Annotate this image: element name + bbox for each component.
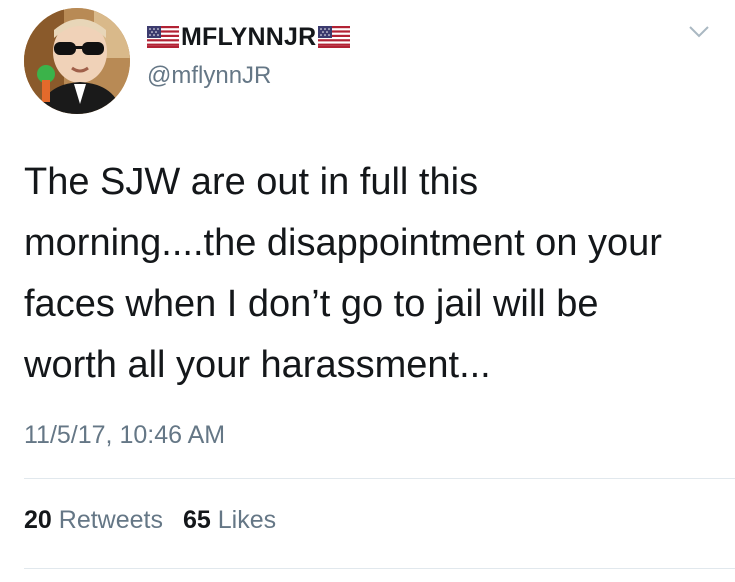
- user-handle[interactable]: @mflynnJR: [147, 62, 271, 90]
- tweet-card: MFLYNNJR @mflynnJR The SJW are out in fu…: [0, 0, 735, 582]
- avatar[interactable]: [24, 8, 130, 114]
- divider: [24, 568, 735, 569]
- display-name-row[interactable]: MFLYNNJR: [147, 20, 351, 54]
- chevron-down-icon[interactable]: [687, 22, 711, 40]
- tweet-text: The SJW are out in full this morning....…: [24, 161, 662, 386]
- display-name: MFLYNNJR: [181, 22, 317, 51]
- likes-count: 65: [182, 506, 211, 534]
- retweets-stat[interactable]: 20 Retweets: [24, 506, 163, 535]
- tweet-stats: 20 Retweets 65 Likes: [24, 506, 276, 535]
- likes-stat[interactable]: 65 Likes: [183, 506, 276, 535]
- divider: [24, 478, 735, 479]
- us-flag-icon: [147, 26, 179, 48]
- likes-label: Likes: [217, 506, 277, 534]
- retweets-count: 20: [24, 506, 52, 534]
- tweet-timestamp[interactable]: 11/5/17, 10:46 AM: [24, 421, 225, 450]
- avatar-image: [24, 8, 130, 114]
- us-flag-icon: [318, 26, 351, 48]
- retweets-label: Retweets: [58, 506, 163, 534]
